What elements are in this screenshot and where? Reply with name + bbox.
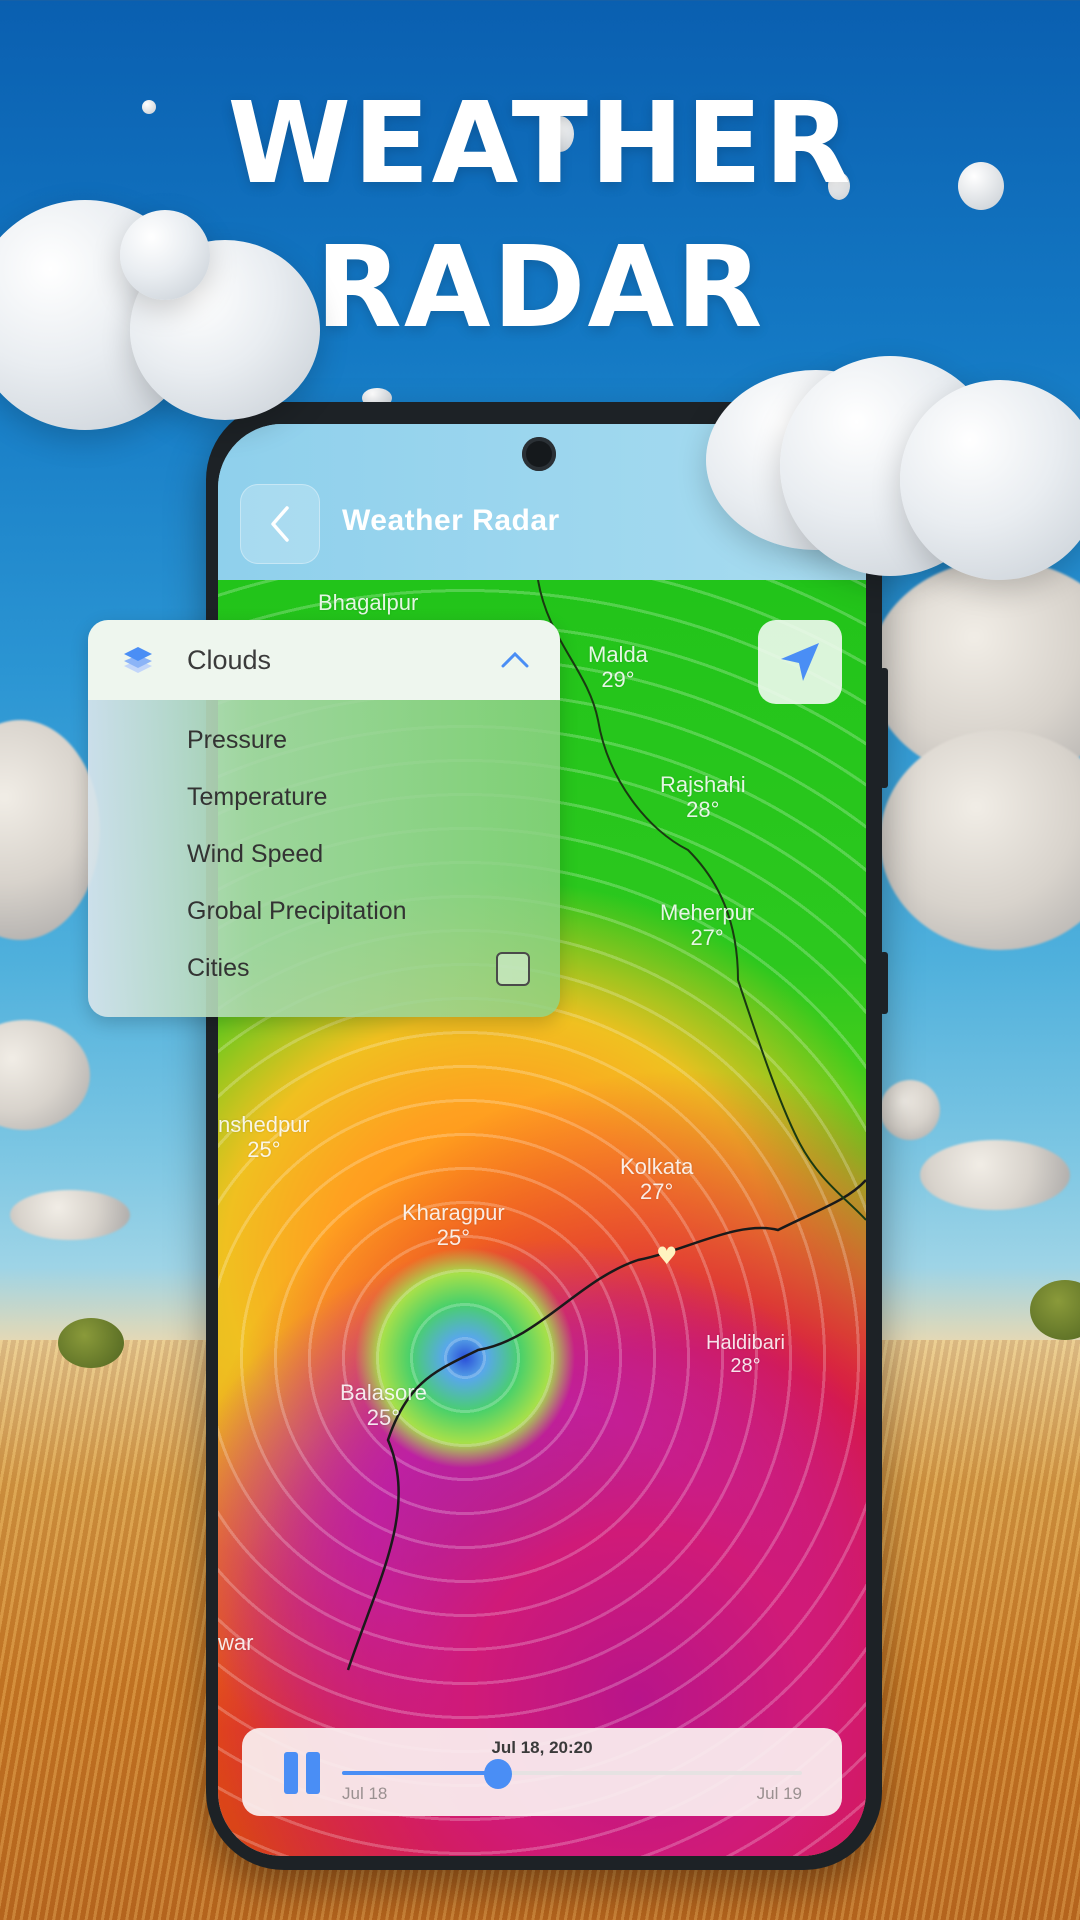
timeline-thumb[interactable] xyxy=(484,1759,513,1789)
camera-cutout xyxy=(522,437,556,471)
city-temp: 25° xyxy=(366,1405,401,1431)
locate-button[interactable] xyxy=(758,620,842,704)
background-cloud xyxy=(880,1080,940,1140)
city-temp: 28° xyxy=(730,1355,761,1377)
layer-option-label: Temperature xyxy=(187,783,328,811)
layer-option-label: Grobal Precipitation xyxy=(187,897,407,925)
chevron-left-icon xyxy=(271,506,289,542)
city-name: Balasore xyxy=(340,1380,427,1405)
timeline-player: Jul 18, 20:20 Jul 18 Jul 19 xyxy=(242,1728,842,1816)
city-temp: 25° xyxy=(436,1225,471,1251)
timeline-end-label: Jul 19 xyxy=(756,1784,802,1803)
layer-option-label: Cities xyxy=(187,954,250,982)
favorite-heart-icon[interactable]: ♥ xyxy=(656,1242,678,1270)
city-temp: 25° xyxy=(247,1137,281,1163)
pause-button[interactable] xyxy=(284,1752,322,1794)
city-label: Rajshahi 28° xyxy=(660,772,746,823)
back-button[interactable] xyxy=(240,484,320,564)
city-temp: 27° xyxy=(690,925,724,951)
city-temp: 29° xyxy=(601,667,635,693)
background-cloud xyxy=(0,1020,90,1130)
city-label: Malda 29° xyxy=(588,642,648,693)
layer-option-wind-speed[interactable]: Wind Speed xyxy=(88,826,560,883)
phone-side-button xyxy=(880,668,888,788)
layer-option-temperature[interactable]: Temperature xyxy=(88,769,560,826)
city-label: nshedpur 25° xyxy=(218,1112,310,1163)
city-temp: 27° xyxy=(640,1179,674,1205)
city-name: Rajshahi xyxy=(660,772,746,797)
tree xyxy=(1030,1280,1080,1340)
background-cloud xyxy=(920,1140,1070,1210)
tree xyxy=(58,1318,124,1368)
layer-option-label: Wind Speed xyxy=(187,840,324,868)
city-label: Kharagpur 25° xyxy=(402,1200,505,1251)
layer-dropdown: Clouds Pressure Temperature Wind Speed G… xyxy=(88,620,560,1017)
background-cloud xyxy=(0,720,100,940)
city-label: Meherpur 27° xyxy=(660,900,754,951)
phone-side-button xyxy=(880,952,888,1014)
layer-option-cities[interactable]: Cities xyxy=(88,940,560,997)
city-name: Kolkata xyxy=(620,1154,694,1179)
city-name: nshedpur xyxy=(218,1112,310,1137)
background-cloud xyxy=(10,1190,130,1240)
city-name: Kharagpur xyxy=(402,1200,505,1225)
headline-line1: WEATHER xyxy=(227,79,853,209)
foreground-cloud xyxy=(120,210,210,300)
background-cloud xyxy=(880,730,1080,950)
selected-layer-label: Clouds xyxy=(187,644,272,675)
city-label: Bhagalpur xyxy=(318,590,418,615)
timeline-slider[interactable] xyxy=(342,1759,802,1789)
layers-icon xyxy=(124,647,152,673)
layer-dropdown-header[interactable]: Clouds xyxy=(88,620,560,700)
city-name: Meherpur xyxy=(660,900,755,925)
city-label: Haldibari 28° xyxy=(706,1332,785,1378)
city-name: Haldibari xyxy=(706,1332,785,1354)
cities-checkbox[interactable] xyxy=(496,951,530,986)
city-name: war xyxy=(218,1630,254,1655)
timeline-start-label: Jul 18 xyxy=(342,1784,388,1803)
current-time-label: Jul 18, 20:20 xyxy=(491,1738,593,1757)
city-label: Kolkata 27° xyxy=(620,1154,693,1205)
timeline-progress xyxy=(342,1771,499,1775)
layer-options-list: Pressure Temperature Wind Speed Grobal P… xyxy=(88,700,560,1017)
pause-bar-icon xyxy=(284,1752,298,1794)
navigation-arrow-icon xyxy=(781,643,819,681)
city-name: Bhagalpur xyxy=(318,590,419,615)
chevron-up-icon[interactable] xyxy=(500,650,530,670)
city-label: war xyxy=(218,1630,253,1655)
city-name: Malda xyxy=(588,642,648,667)
app-title: Weather Radar xyxy=(342,504,560,537)
city-temp: 28° xyxy=(686,797,720,823)
layer-option-label: Pressure xyxy=(187,726,288,754)
layer-option-global-precipitation[interactable]: Grobal Precipitation xyxy=(88,883,560,940)
pause-bar-icon xyxy=(306,1752,320,1794)
layer-option-pressure[interactable]: Pressure xyxy=(88,712,560,769)
city-label: Balasore 25° xyxy=(340,1380,427,1431)
